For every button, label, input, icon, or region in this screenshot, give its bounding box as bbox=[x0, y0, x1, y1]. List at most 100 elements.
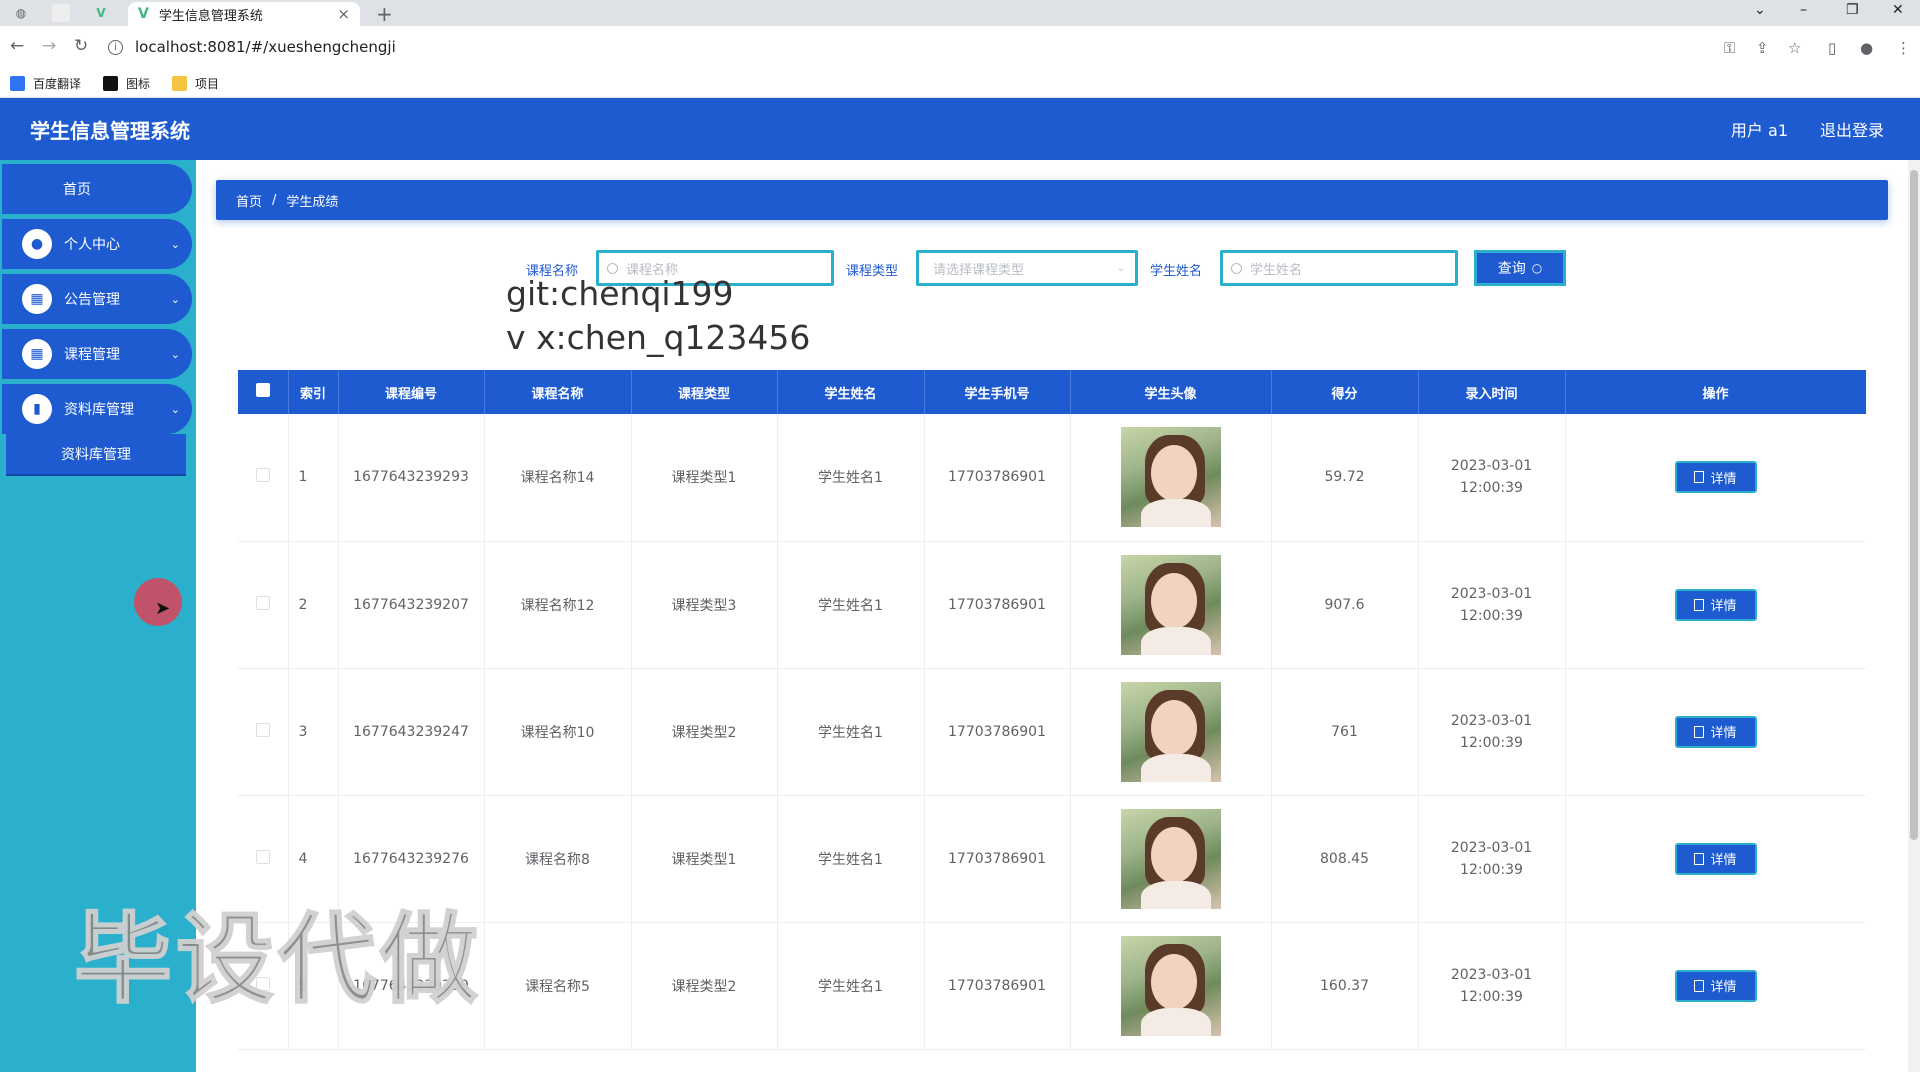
time-text: 2023-03-01 12:00:39 bbox=[1450, 585, 1533, 624]
tab-search-icon[interactable]: ⌄ bbox=[1754, 2, 1766, 18]
detail-button[interactable]: 详情 bbox=[1674, 842, 1757, 875]
bookmark-label: 图标 bbox=[126, 77, 151, 91]
detail-button[interactable]: 详情 bbox=[1674, 715, 1757, 748]
key-icon[interactable]: ⚿ bbox=[1724, 39, 1735, 57]
query-button-label: 查询 bbox=[1497, 261, 1526, 277]
sidebar-item-courses[interactable]: ▦ 课程管理 ⌄ bbox=[2, 329, 192, 379]
document-icon bbox=[1694, 725, 1705, 738]
cell-student-name: 学生姓名1 bbox=[777, 541, 925, 669]
detail-label: 详情 bbox=[1710, 980, 1737, 995]
window-close-icon[interactable]: ✕ bbox=[1892, 2, 1904, 18]
time-text: 2023-03-01 12:00:39 bbox=[1450, 966, 1533, 1005]
scores-table: 索引 课程编号 课程名称 课程类型 学生姓名 学生手机号 学生头像 得分 录入时… bbox=[238, 370, 1866, 1072]
site-info-icon[interactable]: i bbox=[108, 39, 123, 55]
cell-time: 2023-03-01 12:00:39 bbox=[1418, 795, 1566, 923]
bookmark-label: 项目 bbox=[195, 77, 220, 91]
reload-icon[interactable]: ↻ bbox=[74, 36, 88, 56]
chevron-down-icon: ⌄ bbox=[1116, 262, 1125, 274]
bookmark-label: 百度翻译 bbox=[33, 77, 82, 91]
cell-course-type: 课程类型2 bbox=[631, 668, 778, 796]
column-header: 课程类型 bbox=[631, 370, 778, 414]
cell-course-name: 课程名称5 bbox=[484, 922, 632, 1050]
detail-button[interactable]: 详情 bbox=[1674, 588, 1757, 621]
share-icon[interactable]: ⇪ bbox=[1756, 39, 1769, 57]
star-icon[interactable]: ☆ bbox=[1788, 39, 1801, 57]
row-checkbox[interactable] bbox=[238, 414, 289, 542]
cell-score: 808.45 bbox=[1271, 795, 1419, 923]
browser-tab-strip: ◍ V V 学生信息管理系统 × + ⌄ – ❐ ✕ bbox=[0, 0, 1920, 26]
profile-icon[interactable]: ● bbox=[1860, 39, 1873, 57]
query-button[interactable]: 查询 ○ bbox=[1474, 250, 1566, 286]
table-row: 2 1677643239207 课程名称12 课程类型3 学生姓名1 1770378690… bbox=[238, 541, 1866, 669]
sidebar-item-library[interactable]: ▮ 资料库管理 ⌄ bbox=[2, 384, 192, 434]
document-icon bbox=[1694, 471, 1705, 484]
sidebar-item-personal-center[interactable]: ● 个人中心 ⌄ bbox=[2, 219, 192, 269]
row-checkbox[interactable] bbox=[238, 668, 289, 796]
sidebar-item-announcements[interactable]: ▦ 公告管理 ⌄ bbox=[2, 274, 192, 324]
cell-actions: 详情 bbox=[1565, 414, 1866, 542]
active-tab[interactable]: V 学生信息管理系统 × bbox=[128, 2, 360, 26]
cell-avatar bbox=[1070, 795, 1272, 923]
folder-icon bbox=[172, 76, 188, 91]
bookmarks-bar: 百度翻译 图标 项目 bbox=[0, 70, 1920, 98]
logout-link[interactable]: 退出登录 bbox=[1820, 117, 1884, 141]
time-text: 2023-03-01 12:00:39 bbox=[1450, 839, 1533, 878]
bookmark-project[interactable]: 项目 bbox=[172, 75, 219, 92]
sidebar-item-label: 首页 bbox=[63, 182, 91, 198]
sidebar-subitem-library[interactable]: 资料库管理 bbox=[6, 434, 186, 476]
back-icon[interactable]: ← bbox=[10, 36, 24, 56]
menu-kebab-icon[interactable]: ⋮ bbox=[1896, 39, 1911, 57]
breadcrumb-home[interactable]: 首页 bbox=[236, 191, 262, 210]
cell-time: 2023-03-01 12:00:39 bbox=[1418, 668, 1566, 796]
cell-course-no: 1677643239207 bbox=[338, 541, 485, 669]
restore-icon[interactable]: ❐ bbox=[1846, 2, 1859, 18]
url-bar[interactable]: i localhost:8081/#/xueshengchengji bbox=[108, 32, 1708, 62]
row-checkbox[interactable] bbox=[238, 541, 289, 669]
cell-score: 59.72 bbox=[1271, 414, 1419, 542]
course-type-placeholder: 请选择课程类型 bbox=[933, 262, 1025, 278]
globe-icon[interactable]: ◍ bbox=[12, 4, 30, 22]
student-name-label: 学生姓名 bbox=[1150, 264, 1203, 279]
select-all-checkbox[interactable] bbox=[238, 370, 289, 414]
cell-student-name: 学生姓名1 bbox=[777, 795, 925, 923]
time-text: 2023-03-01 12:00:39 bbox=[1450, 458, 1533, 497]
minimize-icon[interactable]: – bbox=[1800, 2, 1807, 18]
detail-label: 详情 bbox=[1710, 471, 1737, 487]
cell-course-no: 1677643239293 bbox=[338, 414, 485, 542]
column-header: 学生姓名 bbox=[777, 370, 925, 414]
chart-icon: ▮ bbox=[22, 394, 52, 424]
vue-tab-icon[interactable]: V bbox=[92, 4, 110, 22]
cell-index: 3 bbox=[288, 668, 339, 796]
sidebar-item-home[interactable]: 首页 bbox=[2, 164, 192, 214]
side-panel-icon[interactable]: ▯ bbox=[1828, 39, 1836, 57]
cell-course-name: 课程名称10 bbox=[484, 668, 632, 796]
detail-button[interactable]: 详情 bbox=[1674, 461, 1757, 494]
blank-tab-icon[interactable] bbox=[52, 4, 70, 22]
scrollbar-thumb[interactable] bbox=[1910, 170, 1918, 840]
detail-label: 详情 bbox=[1710, 853, 1737, 868]
bookmark-icons[interactable]: 图标 bbox=[103, 75, 150, 92]
cell-score: 761 bbox=[1271, 668, 1419, 796]
page-scrollbar[interactable] bbox=[1908, 160, 1920, 1072]
chevron-down-icon: ⌄ bbox=[170, 292, 180, 306]
address-bar-row: ← → ↻ i localhost:8081/#/xueshengchengji… bbox=[0, 26, 1920, 70]
column-header: 索引 bbox=[288, 370, 339, 414]
column-header: 学生手机号 bbox=[924, 370, 1071, 414]
cell-actions: 详情 bbox=[1565, 541, 1866, 669]
forward-icon[interactable]: → bbox=[42, 36, 56, 56]
table-row: 1 1677643239293 课程名称14 课程类型1 学生姓名1 1770378690… bbox=[238, 414, 1866, 542]
cell-phone: 17703786901 bbox=[924, 414, 1071, 542]
mouse-cursor-icon: ➤ bbox=[155, 598, 171, 619]
close-tab-icon[interactable]: × bbox=[337, 5, 350, 23]
student-avatar bbox=[1120, 427, 1221, 528]
detail-button[interactable]: 详情 bbox=[1674, 969, 1757, 1002]
course-type-label: 课程类型 bbox=[846, 264, 899, 279]
new-tab-icon[interactable]: + bbox=[376, 2, 393, 26]
sidebar-item-label: 个人中心 bbox=[64, 237, 120, 253]
student-name-input[interactable]: 学生姓名 bbox=[1220, 250, 1458, 286]
bookmark-baidu-translate[interactable]: 百度翻译 bbox=[10, 75, 81, 92]
course-type-select[interactable]: 请选择课程类型 ⌄ bbox=[916, 250, 1138, 286]
chevron-down-icon: ⌄ bbox=[170, 402, 180, 416]
current-user: 用户 a1 bbox=[1730, 121, 1788, 140]
cell-avatar bbox=[1070, 414, 1272, 542]
